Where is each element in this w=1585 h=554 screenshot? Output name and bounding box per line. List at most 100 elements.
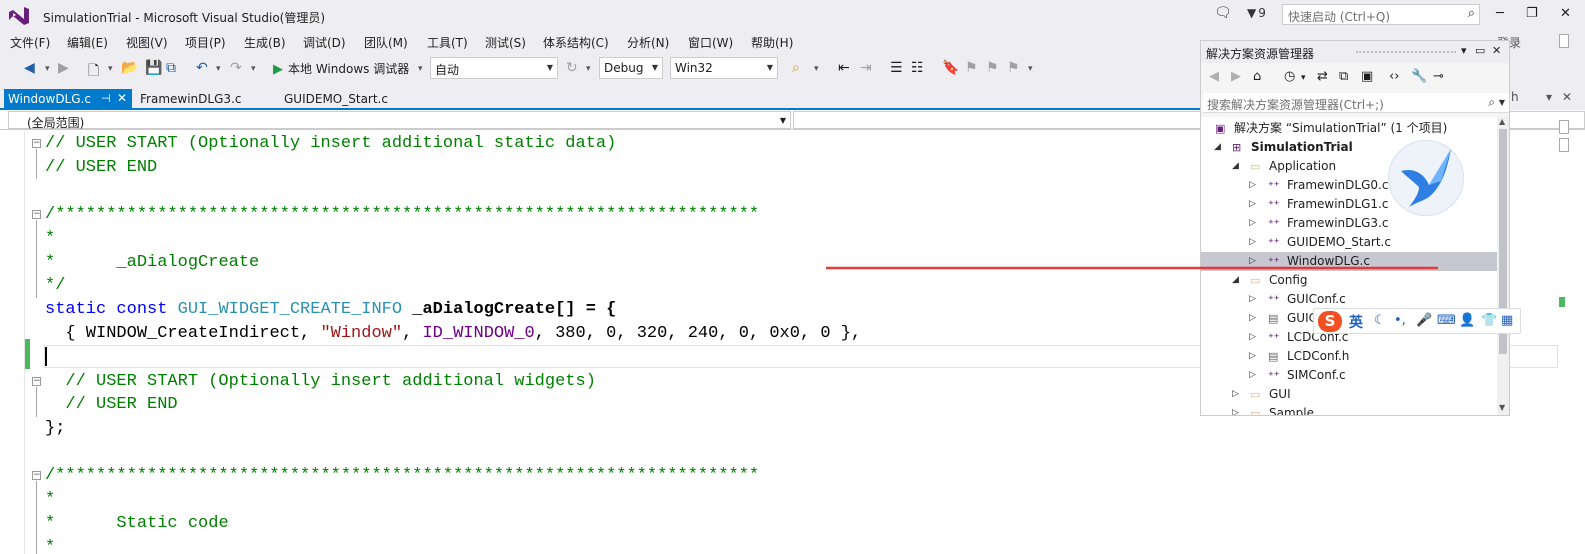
minimize-button[interactable]: ─: [1496, 6, 1504, 21]
view-code-icon[interactable]: ‹›: [1389, 69, 1399, 84]
menu-team[interactable]: 团队(M): [364, 34, 408, 51]
collapsed-arrow-icon[interactable]: ▷: [1249, 233, 1256, 252]
panel-icon[interactable]: [1559, 138, 1569, 152]
panel-icon[interactable]: [1559, 120, 1569, 134]
home-icon[interactable]: ⌂: [1253, 69, 1261, 84]
new-project-dropdown-icon[interactable]: ▾: [108, 64, 113, 74]
debugger-dropdown-icon[interactable]: ▾: [418, 64, 423, 74]
previous-bookmark-icon[interactable]: ⚑: [965, 60, 978, 76]
menu-project[interactable]: 项目(P): [185, 34, 226, 51]
pending-dropdown-icon[interactable]: ▾: [1301, 73, 1306, 83]
collapse-toggle-icon[interactable]: −: [32, 139, 41, 148]
save-icon[interactable]: 💾: [145, 60, 162, 76]
preview-icon[interactable]: ⊸: [1433, 69, 1444, 84]
pin-icon[interactable]: ⊣: [101, 92, 111, 105]
tree-folder-config[interactable]: ◢ ▭ Config: [1201, 271, 1497, 290]
menu-test[interactable]: 测试(S): [485, 34, 526, 51]
toolbar-overflow-icon[interactable]: ▾: [1028, 64, 1033, 74]
menu-analyze[interactable]: 分析(N): [627, 34, 669, 51]
menu-window[interactable]: 窗口(W): [688, 34, 733, 51]
expanded-arrow-icon[interactable]: ◢: [1232, 157, 1239, 176]
toggle-breakpoint-icon[interactable]: ⇤: [838, 60, 850, 76]
tree-file[interactable]: ▷ ▤ LCDConf.h: [1201, 347, 1497, 366]
menu-help[interactable]: 帮助(H): [751, 34, 793, 51]
shirt-icon[interactable]: 👕: [1481, 313, 1497, 328]
panel-icon[interactable]: [1559, 34, 1569, 48]
close-tab-icon[interactable]: ✕: [117, 91, 127, 105]
punctuation-icon[interactable]: •,: [1394, 313, 1406, 328]
panel-maximize-icon[interactable]: ▭: [1475, 44, 1485, 57]
menu-file[interactable]: 文件(F): [10, 34, 50, 51]
tree-solution[interactable]: ▣ 解决方案 “SimulationTrial” (1 个项目): [1201, 119, 1497, 138]
collapsed-arrow-icon[interactable]: ▷: [1249, 347, 1256, 366]
navigate-forward-icon[interactable]: ▶: [58, 60, 69, 76]
show-all-files-icon[interactable]: ▣: [1361, 69, 1373, 84]
scroll-down-icon[interactable]: ▼: [1499, 403, 1505, 412]
uncomment-lines-icon[interactable]: ☷: [911, 60, 924, 76]
collapsed-arrow-icon[interactable]: ▷: [1249, 309, 1256, 328]
panel-close-icon[interactable]: ✕: [1492, 44, 1501, 57]
expanded-arrow-icon[interactable]: ◢: [1214, 138, 1221, 157]
collapse-toggle-icon[interactable]: −: [32, 471, 41, 480]
next-bookmark-icon[interactable]: ⚑: [986, 60, 999, 76]
tree-folder-sample[interactable]: ▷ ▭ Sample: [1201, 404, 1497, 415]
tree-file[interactable]: ▷ ⁺⁺ GUIDEMO_Start.c: [1201, 233, 1497, 252]
tree-file[interactable]: ▷ ⁺⁺ SIMConf.c: [1201, 366, 1497, 385]
feedback-filter-icon[interactable]: ▼ 9: [1247, 6, 1266, 20]
scope-select[interactable]: (全局范围) ▼: [8, 111, 791, 130]
undo-icon[interactable]: ↶: [196, 60, 208, 76]
unknown-tool-icon[interactable]: ⇥: [860, 60, 872, 76]
close-button[interactable]: ✕: [1560, 6, 1571, 21]
menu-view[interactable]: 视图(V): [126, 34, 168, 51]
grid-icon[interactable]: ▦: [1501, 313, 1513, 328]
menu-tools[interactable]: 工具(T): [427, 34, 468, 51]
find-dropdown-icon[interactable]: ▾: [814, 64, 819, 74]
collapsed-arrow-icon[interactable]: ▷: [1249, 290, 1256, 309]
properties-icon[interactable]: 🔧: [1411, 69, 1427, 84]
menu-build[interactable]: 生成(B): [244, 34, 286, 51]
tab-guidemo-start[interactable]: GUIDEMO_Start.c: [280, 89, 392, 110]
forward-icon[interactable]: ▶: [1231, 69, 1241, 84]
collapsed-arrow-icon[interactable]: ▷: [1249, 195, 1256, 214]
navigate-back-icon[interactable]: ◀: [24, 60, 35, 76]
refresh-icon[interactable]: ↻: [566, 60, 578, 76]
redo-icon[interactable]: ↷: [230, 60, 242, 76]
find-in-files-icon[interactable]: ⌕: [792, 60, 800, 76]
tree-scrollbar[interactable]: ▲ ▼: [1497, 117, 1509, 415]
start-debugging-button[interactable]: ▶ 本地 Windows 调试器: [273, 60, 409, 77]
sync-icon[interactable]: ⇄: [1317, 69, 1328, 84]
back-icon[interactable]: ◀: [1209, 69, 1219, 84]
back-dropdown-icon[interactable]: ▾: [45, 64, 50, 74]
tree-folder-gui[interactable]: ▷ ▭ GUI: [1201, 385, 1497, 404]
keyboard-icon[interactable]: ⌨: [1437, 313, 1456, 328]
collapsed-arrow-icon[interactable]: ▷: [1249, 328, 1256, 347]
user-icon[interactable]: 👤: [1459, 313, 1475, 328]
menu-edit[interactable]: 编辑(E): [67, 34, 108, 51]
drag-grip[interactable]: [1356, 51, 1456, 54]
new-project-icon[interactable]: 🗋: [88, 60, 99, 84]
collapsed-arrow-icon[interactable]: ▷: [1249, 214, 1256, 233]
collapsed-arrow-icon[interactable]: ▷: [1249, 176, 1256, 195]
collapsed-arrow-icon[interactable]: ▷: [1249, 366, 1256, 385]
comment-lines-icon[interactable]: ☰: [890, 60, 903, 76]
panel-dropdown-icon[interactable]: ▾: [1461, 44, 1467, 57]
floating-app-badge[interactable]: [1388, 140, 1464, 216]
quick-launch-input[interactable]: 快速启动 (Ctrl+Q) ⌕: [1282, 4, 1480, 25]
moon-icon[interactable]: ☾: [1374, 313, 1386, 328]
open-file-icon[interactable]: 📂: [121, 60, 138, 76]
undo-dropdown-icon[interactable]: ▾: [216, 64, 221, 74]
tree-file[interactable]: ▷ ⁺⁺ GUIConf.c: [1201, 290, 1497, 309]
expanded-arrow-icon[interactable]: ◢: [1232, 271, 1239, 290]
collapse-toggle-icon[interactable]: −: [32, 210, 41, 219]
platform-select[interactable]: Win32 ▼: [670, 57, 778, 79]
solution-search-input[interactable]: 搜索解决方案资源管理器(Ctrl+;) ⌕ ▼: [1203, 93, 1509, 113]
microphone-icon[interactable]: 🎤: [1416, 313, 1432, 328]
ime-logo[interactable]: S: [1318, 311, 1342, 332]
collapse-toggle-icon[interactable]: −: [32, 377, 41, 386]
refresh-dropdown-icon[interactable]: ▾: [586, 64, 591, 74]
scroll-up-icon[interactable]: ▲: [1499, 117, 1505, 126]
right-tab-fragment[interactable]: h: [1511, 90, 1519, 104]
menu-architecture[interactable]: 体系结构(C): [543, 34, 609, 51]
menu-debug[interactable]: 调试(D): [303, 34, 346, 51]
collapsed-arrow-icon[interactable]: ▷: [1232, 385, 1239, 404]
